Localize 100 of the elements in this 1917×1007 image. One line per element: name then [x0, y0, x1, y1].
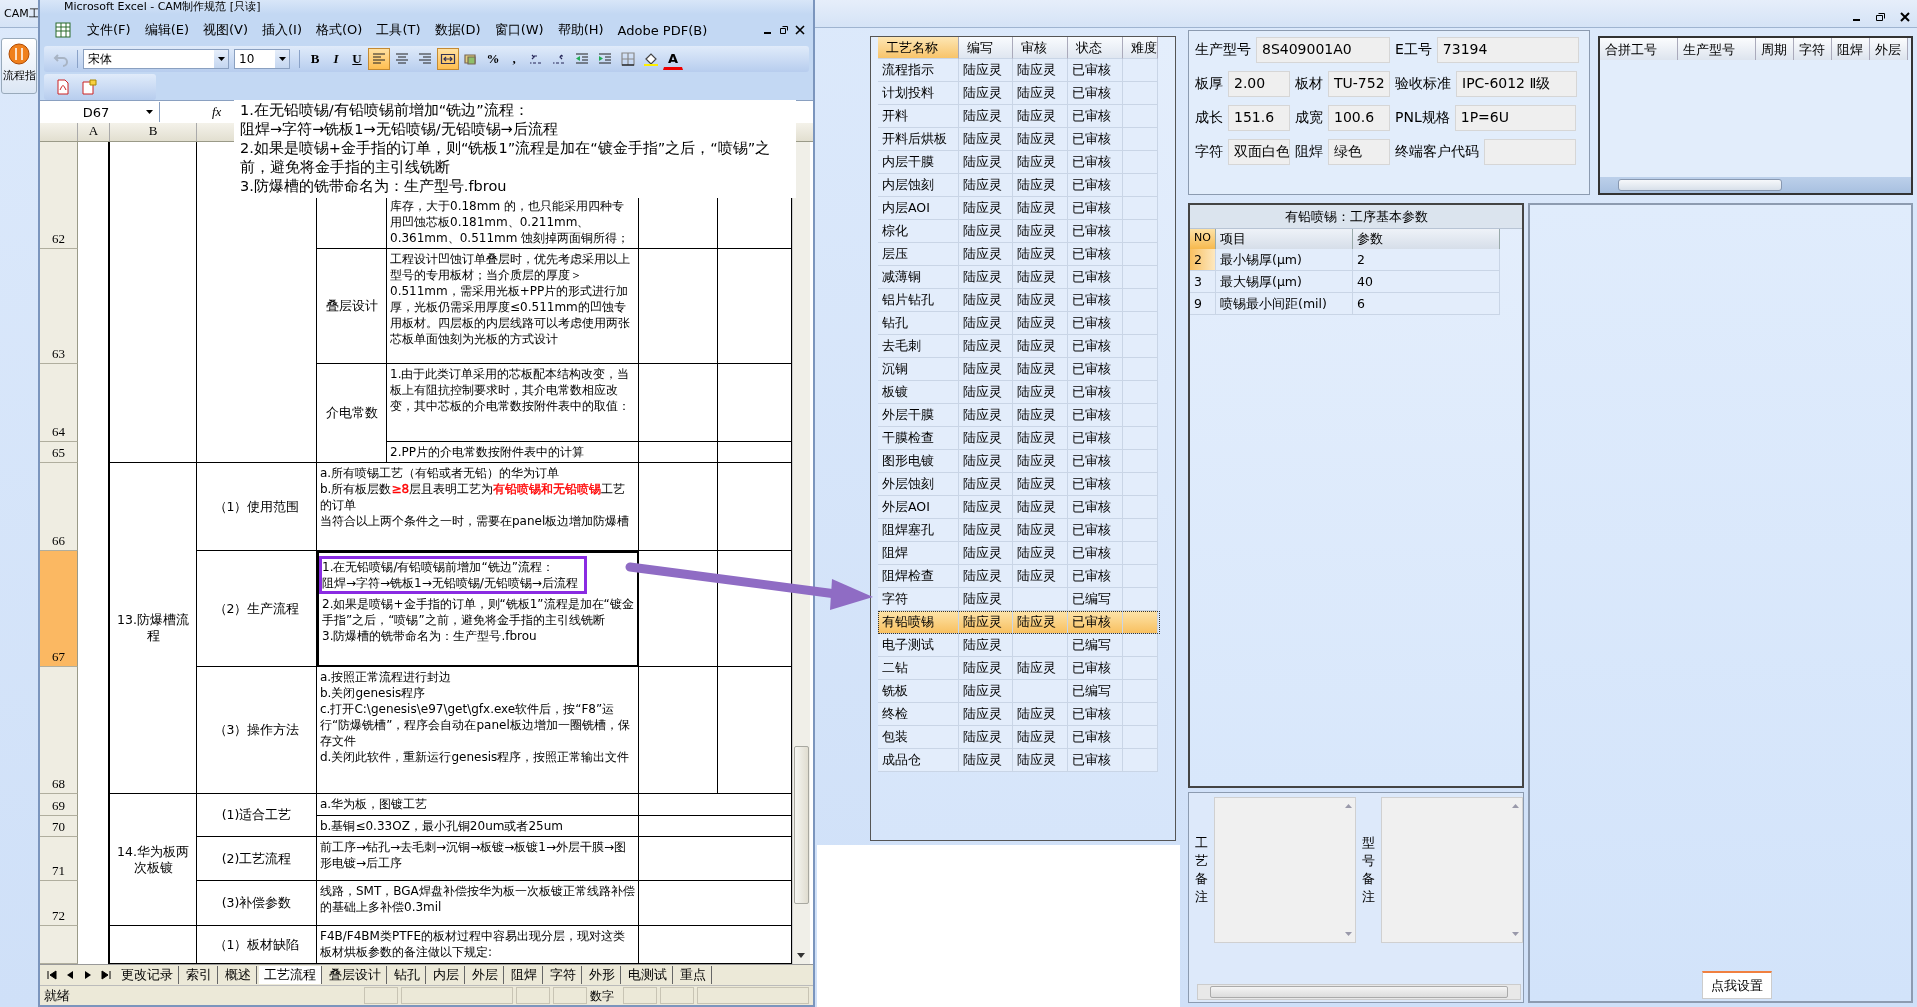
row-number[interactable]: 2 — [1190, 249, 1216, 271]
process-row[interactable]: 外层蚀刻 陆应灵 陆应灵 已审核 — [878, 473, 1160, 496]
settings-button[interactable]: 点我设置 — [1702, 971, 1772, 999]
vertical-scrollbar[interactable] — [792, 142, 810, 964]
process-row[interactable]: 字符 陆应灵 已编写 — [878, 588, 1160, 611]
process-row[interactable]: 内层干膜 陆应灵 陆应灵 已审核 — [878, 151, 1160, 174]
scroll-down-icon[interactable] — [1344, 932, 1352, 936]
column-header[interactable]: 生产型号 — [1678, 38, 1756, 60]
process-row[interactable]: 层压 陆应灵 陆应灵 已审核 — [878, 243, 1160, 266]
process-row[interactable]: 棕化 陆应灵 陆应灵 已审核 — [878, 220, 1160, 243]
column-header[interactable]: 状态 — [1068, 37, 1123, 59]
sheet-tab[interactable]: 工艺流程 — [259, 966, 322, 984]
process-row[interactable]: 去毛刺 陆应灵 陆应灵 已审核 — [878, 335, 1160, 358]
toolbar-button[interactable] — [437, 48, 459, 70]
column-header[interactable]: 难度 — [1123, 37, 1158, 59]
process-row[interactable]: 终检 陆应灵 陆应灵 已审核 — [878, 703, 1160, 726]
name-box[interactable]: D67 — [40, 102, 160, 122]
process-row[interactable]: 阻焊塞孔 陆应灵 陆应灵 已审核 — [878, 519, 1160, 542]
row-number[interactable]: 3 — [1190, 271, 1216, 293]
column-header[interactable]: A — [78, 123, 110, 141]
row-header[interactable]: 68 — [40, 667, 78, 794]
process-row[interactable]: 钻孔 陆应灵 陆应灵 已审核 — [878, 312, 1160, 335]
row-header[interactable]: 65 — [40, 442, 78, 463]
scroll-up-icon[interactable] — [1344, 804, 1352, 808]
readonly-field[interactable]: 100.6 — [1328, 105, 1390, 131]
row-header[interactable]: 67 — [40, 551, 78, 667]
process-row[interactable]: 内层AOI 陆应灵 陆应灵 已审核 — [878, 197, 1160, 220]
process-row[interactable]: 流程指示 陆应灵 陆应灵 已审核 — [878, 59, 1160, 82]
process-row[interactable]: 电子测试 陆应灵 已编写 — [878, 634, 1160, 657]
column-header[interactable]: 工艺名称 — [878, 37, 959, 59]
process-row[interactable]: 阻焊 陆应灵 陆应灵 已审核 — [878, 542, 1160, 565]
menu-item[interactable]: 视图(V) — [196, 21, 256, 39]
restore-icon[interactable] — [1875, 12, 1887, 22]
process-row[interactable]: 计划投料 陆应灵 陆应灵 已审核 — [878, 82, 1160, 105]
notes-field[interactable] — [1381, 797, 1523, 943]
column-header[interactable]: 外层 — [1870, 38, 1908, 60]
readonly-field[interactable]: 8S409001A0 — [1256, 37, 1390, 63]
column-header[interactable]: 编写 — [959, 37, 1013, 59]
scroll-up-icon[interactable] — [1511, 804, 1519, 808]
font-size-dropdown[interactable]: 10 — [234, 49, 290, 69]
menu-item[interactable]: Adobe PDF(B) — [610, 22, 715, 38]
readonly-field[interactable]: 151.6 — [1228, 105, 1290, 131]
last-sheet-icon[interactable] — [101, 970, 111, 980]
row-header[interactable]: 64 — [40, 364, 78, 442]
row-header[interactable]: 70 — [40, 816, 78, 837]
font-dropdown[interactable]: 宋体 — [83, 49, 229, 69]
pdf-icon[interactable] — [81, 79, 97, 95]
menu-item[interactable]: 编辑(E) — [137, 21, 196, 39]
readonly-field[interactable]: 1P=6U — [1454, 105, 1576, 131]
scrollbar-thumb[interactable] — [794, 746, 809, 904]
column-header[interactable]: 项目 — [1216, 229, 1353, 249]
readonly-field[interactable]: 绿色 — [1328, 139, 1390, 165]
process-row[interactable]: 沉铜 陆应灵 陆应灵 已审核 — [878, 358, 1160, 381]
format-button[interactable]: U — [347, 48, 367, 70]
close-icon[interactable] — [1899, 12, 1911, 22]
row-header[interactable]: 63 — [40, 249, 78, 364]
column-header[interactable]: 周期 — [1756, 38, 1794, 60]
menu-item[interactable]: 窗口(W) — [487, 21, 551, 39]
readonly-field[interactable]: 73194 — [1436, 37, 1579, 63]
menu-item[interactable]: 文件(F) — [80, 21, 138, 39]
column-header[interactable]: 合拼工号 — [1600, 38, 1678, 60]
readonly-field[interactable]: 双面白色 — [1228, 139, 1290, 165]
row-header[interactable]: 66 — [40, 463, 78, 551]
readonly-field[interactable]: TU-752 — [1328, 71, 1390, 97]
process-row[interactable]: 开料后烘板 陆应灵 陆应灵 已审核 — [878, 128, 1160, 151]
menu-item[interactable]: 工具(T) — [369, 21, 428, 39]
process-row[interactable]: 干膜检查 陆应灵 陆应灵 已审核 — [878, 427, 1160, 450]
format-button[interactable]: , — [504, 48, 524, 70]
first-sheet-icon[interactable] — [47, 970, 57, 980]
process-row[interactable]: 包装 陆应灵 陆应灵 已审核 — [878, 726, 1160, 749]
format-button[interactable]: B — [305, 48, 325, 70]
process-row[interactable]: 有铅喷锡 陆应灵 陆应灵 已审核 — [878, 611, 1160, 634]
process-row[interactable]: 外层AOI 陆应灵 陆应灵 已审核 — [878, 496, 1160, 519]
readonly-field[interactable]: IPC-6012 Ⅱ级 — [1456, 71, 1577, 97]
notes-field[interactable] — [1214, 797, 1356, 943]
menu-item[interactable]: 数据(D) — [427, 21, 488, 39]
row-header[interactable]: 62 — [40, 142, 78, 249]
column-header[interactable]: B — [110, 123, 197, 141]
process-row[interactable]: 内层蚀刻 陆应灵 陆应灵 已审核 — [878, 174, 1160, 197]
row-header[interactable]: 69 — [40, 794, 78, 816]
sidebar-button[interactable]: 流程指 — [1, 38, 37, 94]
column-header[interactable]: 参数 — [1353, 229, 1500, 249]
process-row[interactable]: 二钻 陆应灵 陆应灵 已审核 — [878, 657, 1160, 680]
readonly-field[interactable]: 2.00 — [1228, 71, 1290, 97]
format-button[interactable]: I — [326, 48, 346, 70]
menu-item[interactable]: 格式(O) — [309, 21, 370, 39]
previous-sheet-icon[interactable] — [65, 970, 75, 980]
menu-item[interactable]: 帮助(H) — [550, 21, 611, 39]
process-row[interactable]: 铣板 陆应灵 已编写 — [878, 680, 1160, 703]
process-row[interactable]: 外层干膜 陆应灵 陆应灵 已审核 — [878, 404, 1160, 427]
column-header[interactable]: 审核 — [1013, 37, 1068, 59]
column-header[interactable]: 字符 — [1794, 38, 1832, 60]
process-row[interactable]: 铝片钻孔 陆应灵 陆应灵 已审核 — [878, 289, 1160, 312]
pdf-icon[interactable] — [55, 79, 71, 95]
insert-function-button[interactable]: fx — [212, 104, 222, 120]
process-row[interactable]: 成品仓 陆应灵 陆应灵 已审核 — [878, 749, 1160, 772]
column-header[interactable]: NO — [1190, 229, 1216, 249]
close-icon[interactable] — [795, 25, 805, 35]
process-row[interactable]: 板镀 陆应灵 陆应灵 已审核 — [878, 381, 1160, 404]
format-button[interactable]: % — [483, 48, 503, 70]
